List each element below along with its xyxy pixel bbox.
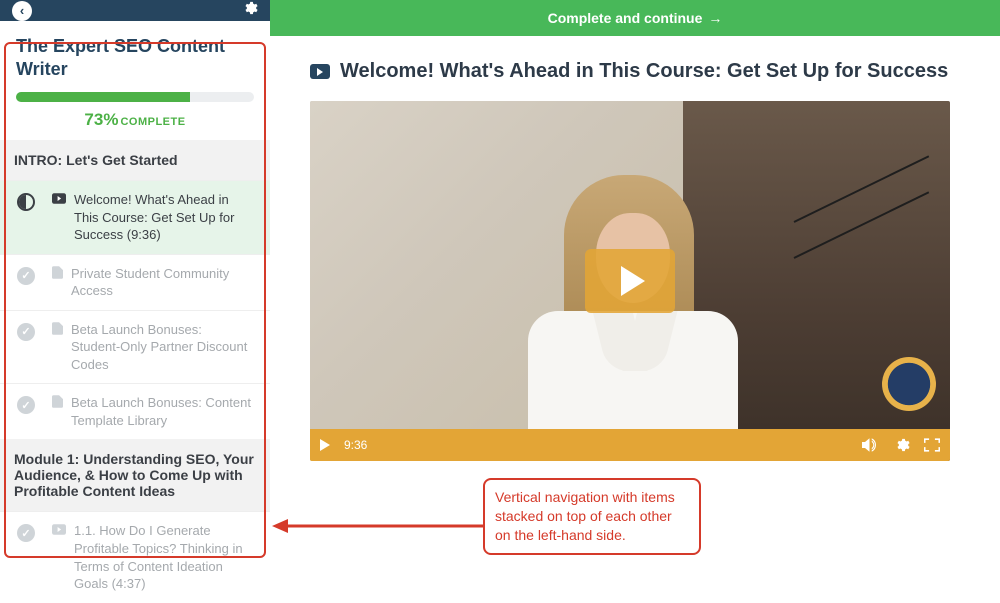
lesson-item[interactable]: ✓ Beta Launch Bonuses: Content Template … <box>0 383 270 439</box>
lesson-item-active[interactable]: Welcome! What's Ahead in This Course: Ge… <box>0 180 270 254</box>
status-done-icon: ✓ <box>17 524 35 542</box>
lesson-item[interactable]: ✓ 1.1. How Do I Generate Profitable Topi… <box>0 511 270 602</box>
video-icon <box>310 64 330 79</box>
back-button[interactable]: ‹ <box>12 1 32 21</box>
arrow-right-icon: → <box>708 10 722 26</box>
lesson-label: Beta Launch Bonuses: Content Template Li… <box>71 394 252 429</box>
video-time: 9:36 <box>344 438 367 452</box>
status-inprogress-icon <box>17 193 35 211</box>
document-icon <box>52 322 63 374</box>
lesson-heading: Welcome! What's Ahead in This Course: Ge… <box>310 60 960 83</box>
lesson-label: 1.1. How Do I Generate Profitable Topics… <box>74 522 252 592</box>
complete-continue-button[interactable]: Complete and continue→ <box>270 0 1000 36</box>
status-done-icon: ✓ <box>17 267 35 285</box>
volume-icon[interactable] <box>862 438 880 452</box>
player-controls: 9:36 <box>310 429 950 461</box>
video-player[interactable]: 9:36 <box>310 101 950 461</box>
play-icon[interactable] <box>320 439 330 451</box>
annotation-callout: Vertical navigation with items stacked o… <box>483 478 701 555</box>
brand-badge <box>882 357 936 411</box>
lesson-label: Beta Launch Bonuses: Student-Only Partne… <box>71 321 252 374</box>
settings-icon[interactable] <box>242 0 258 21</box>
lesson-label: Welcome! What's Ahead in This Course: Ge… <box>74 191 252 244</box>
sidebar-topbar: ‹ <box>0 0 270 21</box>
progress-bar <box>16 92 254 102</box>
lesson-item[interactable]: ✓ Private Student Community Access <box>0 254 270 310</box>
progress-label: 73%COMPLETE <box>16 110 254 130</box>
video-icon <box>52 192 66 244</box>
status-done-icon: ✓ <box>17 396 35 414</box>
course-header: The Expert SEO Content Writer 73%COMPLET… <box>0 21 270 140</box>
lesson-title: Welcome! What's Ahead in This Course: Ge… <box>340 60 948 83</box>
sidebar: ‹ The Expert SEO Content Writer 73%COMPL… <box>0 0 270 560</box>
video-icon <box>52 523 66 592</box>
document-icon <box>52 266 63 300</box>
main: Complete and continue→ Welcome! What's A… <box>270 0 1000 560</box>
section-header: Module 1: Understanding SEO, Your Audien… <box>0 439 270 511</box>
settings-icon[interactable] <box>894 437 910 453</box>
lesson-item[interactable]: ✓ Beta Launch Bonuses: Student-Only Part… <box>0 310 270 384</box>
progress-fill <box>16 92 190 102</box>
status-done-icon: ✓ <box>17 323 35 341</box>
document-icon <box>52 395 63 429</box>
lesson-label: Private Student Community Access <box>71 265 252 300</box>
play-button[interactable] <box>585 249 675 313</box>
section-header: INTRO: Let's Get Started <box>0 140 270 180</box>
course-title: The Expert SEO Content Writer <box>16 35 254 80</box>
fullscreen-icon[interactable] <box>924 438 940 452</box>
